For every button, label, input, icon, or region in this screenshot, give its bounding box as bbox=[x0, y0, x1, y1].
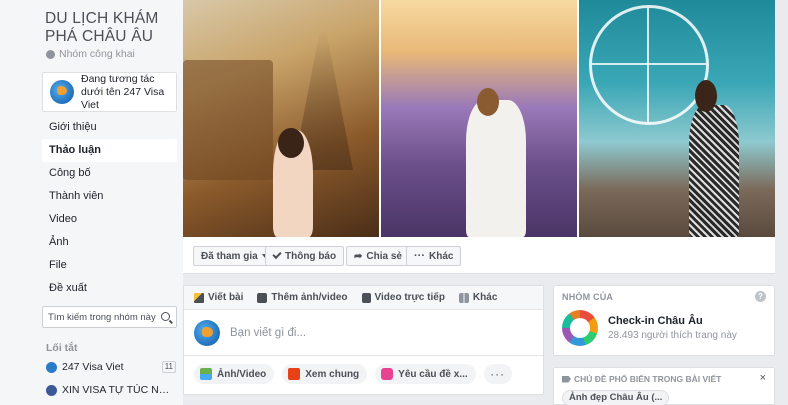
request-option[interactable]: Yêu cầu đề x... bbox=[375, 364, 476, 384]
post-composer: Viết bài Thêm ảnh/video Video trực tiếp … bbox=[183, 285, 544, 395]
photo-icon bbox=[200, 368, 212, 380]
share-button[interactable]: ➦ Chia sẻ bbox=[346, 246, 410, 266]
option-label: Ảnh/Video bbox=[217, 368, 267, 380]
nav-item-videos[interactable]: Video bbox=[42, 208, 177, 231]
nav-item-discussion[interactable]: Thảo luận bbox=[42, 139, 177, 162]
related-page-likes: 28.493 người thích trang này bbox=[608, 330, 737, 341]
page-logo bbox=[562, 310, 598, 346]
privacy-label: Nhóm công khai bbox=[59, 48, 135, 60]
nav-item-recommendations[interactable]: Đề xuất bbox=[42, 277, 177, 300]
tag-icon bbox=[562, 375, 571, 383]
tab-label: Viết bài bbox=[208, 292, 244, 303]
share-icon: ➦ bbox=[354, 250, 363, 262]
more-label: Khác bbox=[429, 250, 454, 262]
tab-more[interactable]: Khác bbox=[458, 292, 498, 303]
help-icon[interactable]: ? bbox=[755, 291, 766, 302]
search-icon[interactable] bbox=[161, 312, 170, 321]
pencil-icon bbox=[194, 292, 204, 303]
user-avatar bbox=[194, 319, 220, 346]
nav-item-members[interactable]: Thành viên bbox=[42, 185, 177, 208]
left-sidebar: DU LỊCH KHÁM PHÁ CHÂU ÂU Nhóm công khai … bbox=[0, 0, 183, 405]
tab-write-post[interactable]: Viết bài bbox=[194, 292, 243, 303]
more-button[interactable]: ··· Khác bbox=[406, 246, 462, 266]
popular-topics-card: CHỦ ĐỀ PHỔ BIẾN TRONG BÀI VIẾT × Ảnh đẹp… bbox=[553, 367, 775, 405]
shortcut-label: 247 Visa Viet bbox=[62, 361, 124, 373]
related-header: NHÓM CỦA bbox=[562, 292, 614, 302]
shortcut-item[interactable]: XIN VISA TỰ TÚC NHẬ... bbox=[46, 381, 176, 399]
related-page-name[interactable]: Check-in Châu Âu bbox=[608, 315, 737, 327]
composer-tabs: Viết bài Thêm ảnh/video Video trực tiếp … bbox=[184, 286, 543, 310]
check-icon bbox=[272, 249, 282, 260]
tab-label: Thêm ảnh/video bbox=[271, 292, 348, 303]
notifications-button[interactable]: Thông báo bbox=[265, 246, 345, 266]
group-search bbox=[42, 306, 177, 328]
globe-icon bbox=[46, 49, 55, 59]
page-avatar bbox=[50, 80, 74, 104]
watch-party-icon bbox=[288, 368, 301, 380]
photo-video-option[interactable]: Ảnh/Video bbox=[194, 364, 275, 384]
composer-body bbox=[184, 310, 543, 356]
hair-shape bbox=[278, 128, 304, 158]
nav-item-photos[interactable]: Ảnh bbox=[42, 231, 177, 254]
carousel-shape bbox=[183, 60, 273, 180]
notifications-label: Thông báo bbox=[285, 250, 337, 262]
hair-shape bbox=[695, 80, 717, 112]
person-shape bbox=[466, 100, 526, 237]
share-label: Chia sẻ bbox=[366, 250, 402, 262]
more-options-button[interactable]: ··· bbox=[483, 364, 512, 384]
tab-add-photo-video[interactable]: Thêm ảnh/video bbox=[257, 292, 348, 303]
nav-item-about[interactable]: Giới thiệu bbox=[42, 116, 177, 139]
shortcut-item[interactable]: 247 Visa Viet 11 bbox=[46, 358, 176, 376]
topics-header-label: CHỦ ĐỀ PHỔ BIẾN TRONG BÀI VIẾT bbox=[574, 374, 722, 384]
watch-party-option[interactable]: Xem chung bbox=[282, 364, 368, 384]
group-privacy: Nhóm công khai bbox=[46, 48, 135, 60]
camera-icon bbox=[257, 292, 268, 303]
ferris-wheel-shape bbox=[589, 5, 709, 125]
shortcut-count-badge: 11 bbox=[161, 361, 176, 373]
joined-button[interactable]: Đã tham gia bbox=[193, 246, 276, 266]
composer-options: Ảnh/Video Xem chung Yêu cầu đề x... ··· bbox=[184, 356, 543, 384]
group-title[interactable]: DU LỊCH KHÁM PHÁ CHÂU ÂU bbox=[45, 10, 175, 46]
hair-shape bbox=[477, 88, 499, 116]
tab-label: Video trực tiếp bbox=[374, 292, 445, 303]
more-dots-icon: ··· bbox=[414, 250, 425, 262]
shortcut-avatar bbox=[46, 361, 57, 373]
topic-chip[interactable]: Ảnh đẹp Châu Âu (... bbox=[562, 390, 670, 405]
request-icon bbox=[381, 368, 394, 380]
group-nav: Giới thiệu Thảo luận Công bố Thành viên … bbox=[42, 116, 177, 300]
acting-as-selector[interactable]: Đang tương tác dưới tên 247 Visa Viet bbox=[42, 72, 177, 112]
nav-item-announcements[interactable]: Công bố bbox=[42, 162, 177, 185]
group-action-bar: Đã tham gia Thông báo ➦ Chia sẻ ··· Khác bbox=[183, 237, 775, 274]
group-cover-photo[interactable] bbox=[183, 0, 775, 237]
joined-label: Đã tham gia bbox=[201, 250, 258, 262]
group-search-input[interactable] bbox=[48, 311, 158, 323]
cover-photo-eiffel bbox=[183, 0, 379, 237]
topics-header: CHỦ ĐỀ PHỔ BIẾN TRONG BÀI VIẾT bbox=[554, 368, 774, 384]
person-shape bbox=[689, 105, 739, 237]
option-label: Yêu cầu đề x... bbox=[398, 368, 468, 380]
shortcuts-title: Lối tắt bbox=[46, 342, 78, 354]
composer-input[interactable] bbox=[230, 326, 510, 339]
related-page-card: NHÓM CỦA ? Check-in Châu Âu 28.493 người… bbox=[553, 285, 775, 356]
tab-label: Khác bbox=[472, 292, 498, 303]
tab-live-video[interactable]: Video trực tiếp bbox=[361, 292, 445, 303]
shortcut-avatar bbox=[46, 384, 57, 396]
grid-icon bbox=[458, 292, 469, 303]
related-page-row[interactable]: Check-in Châu Âu 28.493 người thích tran… bbox=[554, 308, 774, 346]
nav-item-files[interactable]: File bbox=[42, 254, 177, 277]
option-label: Xem chung bbox=[305, 368, 360, 380]
cover-photo-ferris-wheel bbox=[579, 0, 775, 237]
video-camera-icon bbox=[361, 292, 371, 303]
close-icon[interactable]: × bbox=[760, 372, 766, 384]
acting-as-text: Đang tương tác dưới tên 247 Visa Viet bbox=[81, 72, 165, 111]
shortcut-label: XIN VISA TỰ TÚC NHẬ... bbox=[62, 384, 176, 396]
cover-photo-lavender bbox=[379, 0, 579, 237]
